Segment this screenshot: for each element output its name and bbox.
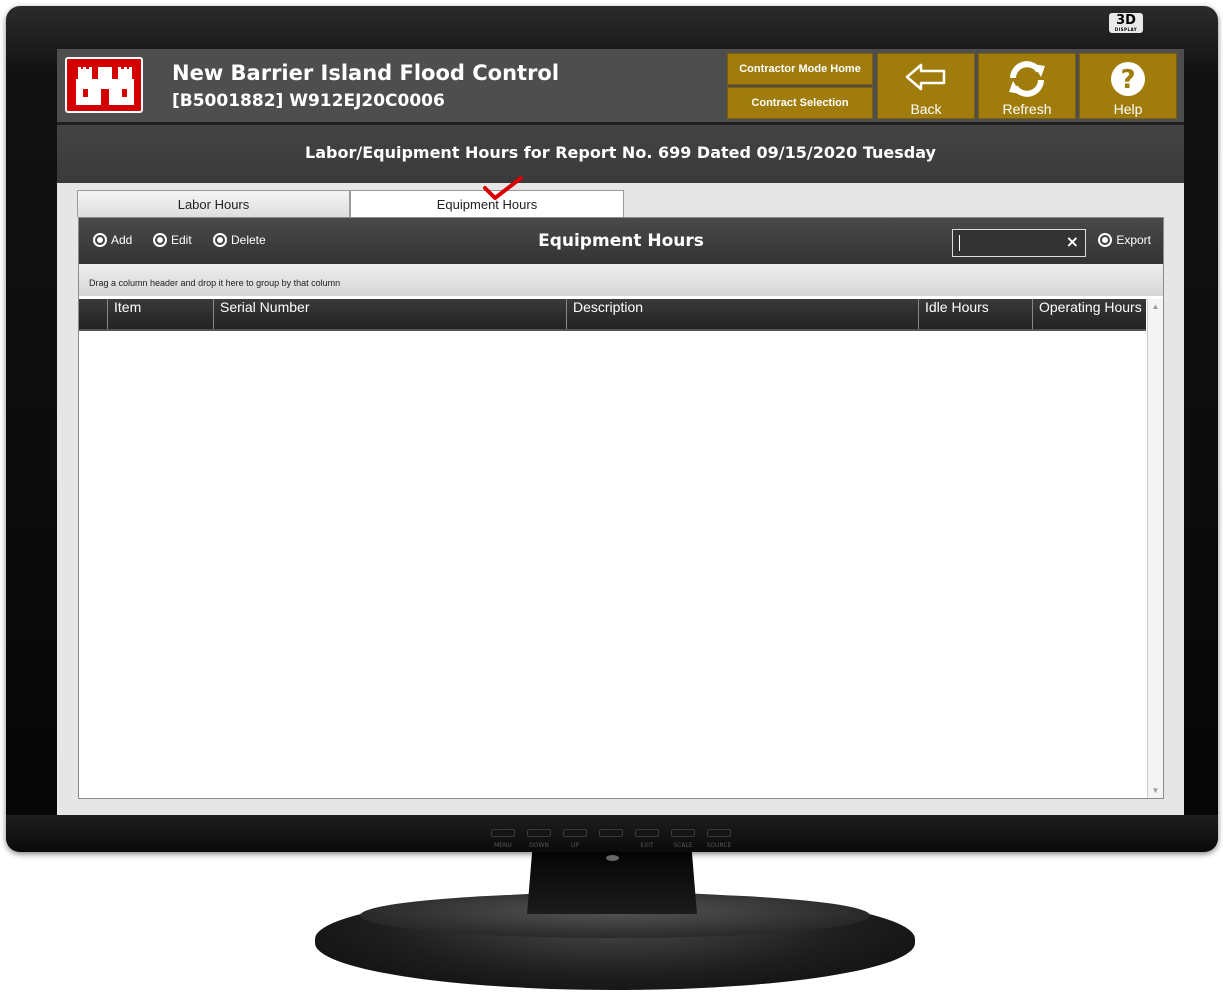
question-mark-icon: ? <box>1080 60 1176 101</box>
grid-toolbar: Add Edit Delete Equipment Hours × Export <box>79 218 1163 264</box>
contract-selection-button[interactable]: Contract Selection <box>727 87 873 119</box>
vertical-scrollbar[interactable]: ▲ ▼ <box>1147 299 1163 798</box>
search-input[interactable] <box>957 233 1067 255</box>
refresh-icon <box>979 60 1075 101</box>
back-arrow-icon <box>878 60 974 97</box>
svg-text:?: ? <box>1120 65 1135 95</box>
hw-button-up[interactable]: UP <box>562 829 588 849</box>
power-led <box>606 855 619 861</box>
app-header: New Barrier Island Flood Control [B50018… <box>57 49 1184 125</box>
export-icon <box>1098 233 1113 247</box>
help-button[interactable]: ? Help <box>1079 53 1177 119</box>
3d-display-badge: 3D DISPLAY <box>1109 13 1143 33</box>
app-title: New Barrier Island Flood Control <box>172 61 560 85</box>
hw-button-scale[interactable]: SCALE <box>670 829 696 849</box>
refresh-button[interactable]: Refresh <box>978 53 1076 119</box>
monitor-hardware-buttons: MENU DOWN UP EXIT SCALE SOURCE <box>490 829 732 849</box>
group-by-panel[interactable]: Drag a column header and drop it here to… <box>79 264 1163 296</box>
column-header-idle-hours[interactable]: Idle Hours <box>918 299 1032 329</box>
export-button[interactable]: Export <box>1098 233 1151 247</box>
monitor-neck <box>527 852 697 914</box>
back-button[interactable]: Back <box>877 53 975 119</box>
row-indicator-column <box>79 299 107 329</box>
contractor-mode-home-button[interactable]: Contractor Mode Home <box>727 53 873 85</box>
column-header-item[interactable]: Item <box>107 299 213 329</box>
scroll-up-icon[interactable]: ▲ <box>1148 302 1163 311</box>
column-header-serial-number[interactable]: Serial Number <box>213 299 566 329</box>
column-header-row: Item Serial Number Description Idle Hour… <box>79 299 1146 331</box>
tab-labor-hours[interactable]: Labor Hours <box>77 190 350 217</box>
column-header-description[interactable]: Description <box>566 299 918 329</box>
hw-button-source[interactable]: SOURCE <box>706 829 732 849</box>
page-title: Labor/Equipment Hours for Report No. 699… <box>57 125 1184 183</box>
castle-logo-icon <box>65 57 143 113</box>
column-header-operating-hours[interactable]: Operating Hours <box>1032 299 1146 329</box>
hw-button-exit[interactable]: EXIT <box>634 829 660 849</box>
clear-search-icon[interactable]: × <box>1066 232 1079 251</box>
contract-identifier: [B5001882] W912EJ20C0006 <box>172 91 445 111</box>
hw-button-menu[interactable]: MENU <box>490 829 516 849</box>
scroll-down-icon[interactable]: ▼ <box>1148 786 1163 795</box>
hw-button-down[interactable]: DOWN <box>526 829 552 849</box>
search-box: × <box>952 229 1086 257</box>
equipment-hours-grid: Add Edit Delete Equipment Hours × Export… <box>78 217 1164 799</box>
hw-button-blank[interactable] <box>598 829 624 849</box>
selected-checkmark-icon <box>483 176 523 200</box>
app-screen: New Barrier Island Flood Control [B50018… <box>57 49 1184 815</box>
